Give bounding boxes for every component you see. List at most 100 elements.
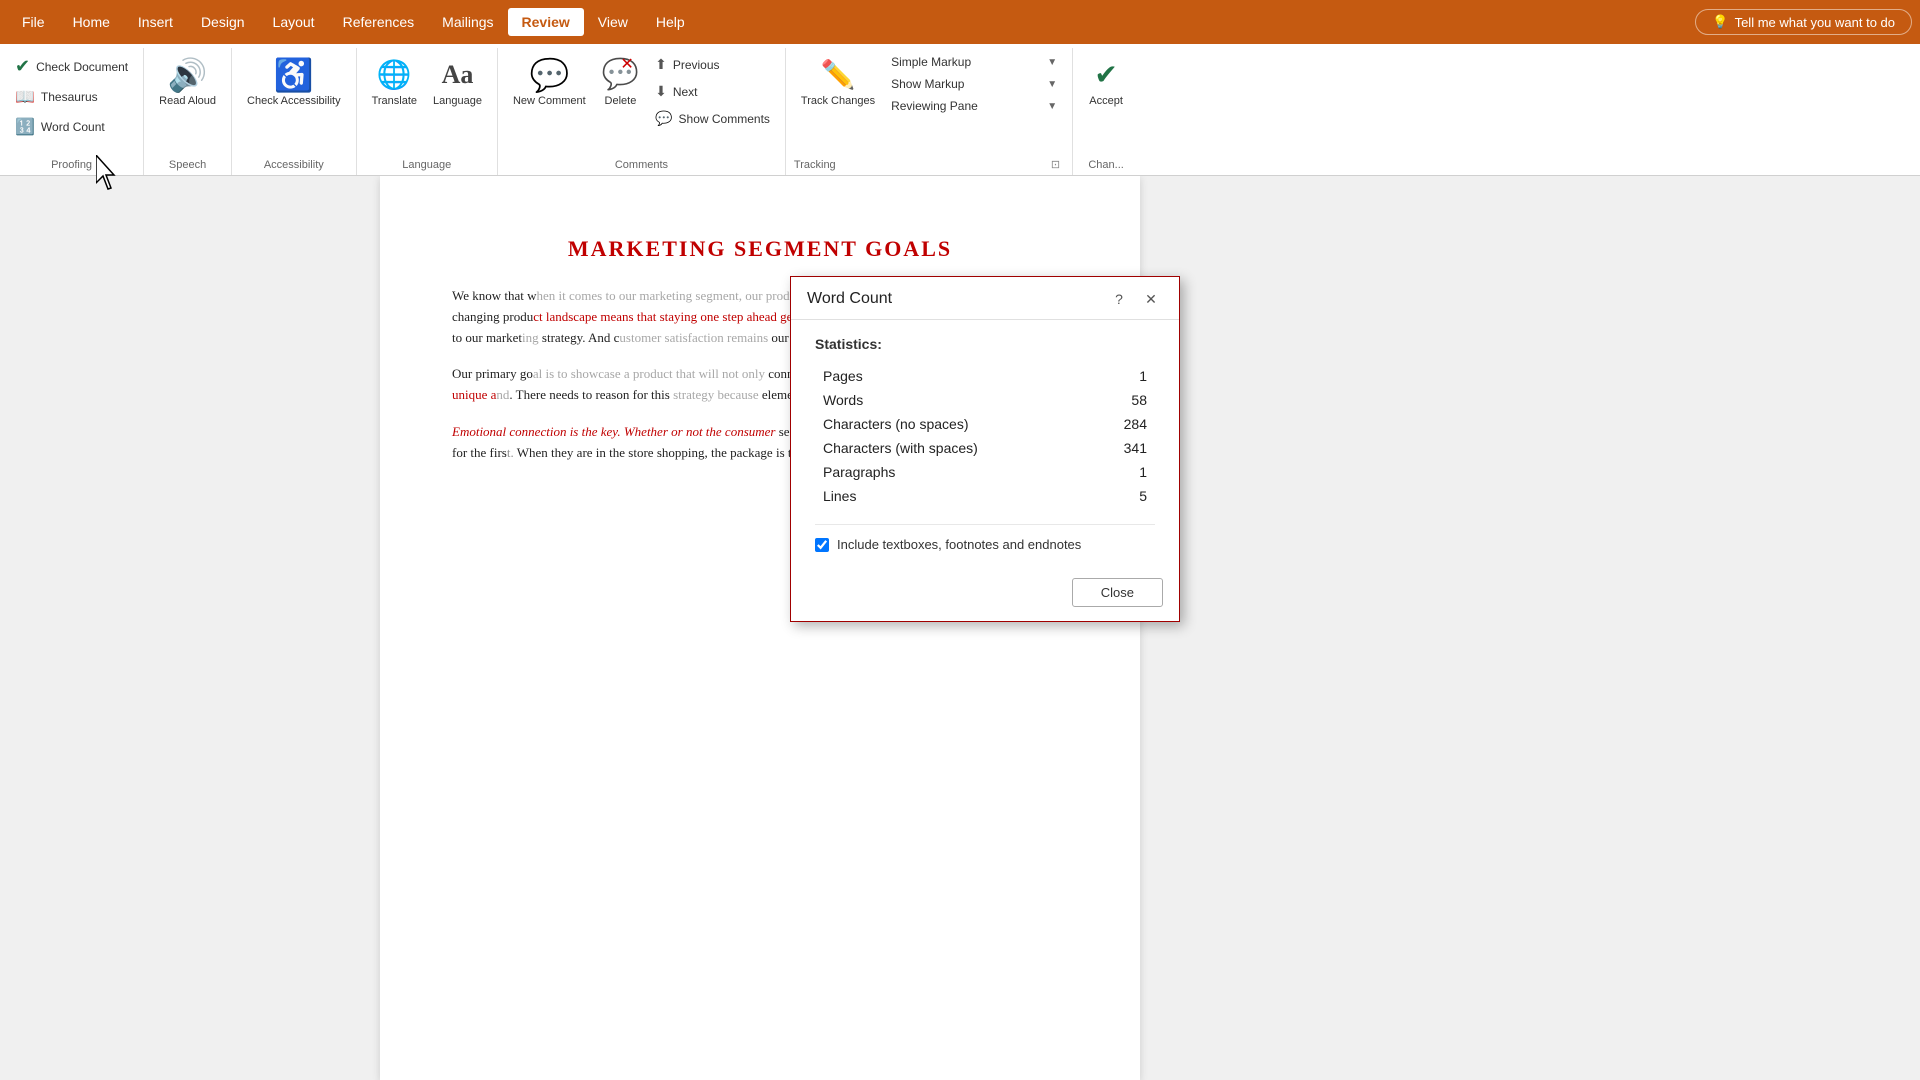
new-comment-label: New Comment — [513, 95, 586, 108]
simple-markup-arrow: ▼ — [1047, 57, 1057, 68]
speech-group-label: Speech — [152, 155, 223, 173]
stats-row-label: Characters (no spaces) — [815, 412, 1091, 436]
track-changes-icon: ✏️ — [821, 57, 856, 93]
doc-page: MARKETING SEGMENT GOALS We know that whe… — [380, 176, 1140, 1080]
stats-row-value: 58 — [1091, 388, 1155, 412]
tell-me-label: Tell me what you want to do — [1735, 15, 1895, 30]
read-aloud-label: Read Aloud — [159, 95, 216, 108]
accept-button[interactable]: ✔ Accept — [1081, 52, 1131, 113]
tab-references[interactable]: References — [329, 8, 429, 36]
delete-label: Delete — [605, 95, 637, 108]
show-markup-dropdown[interactable]: Show Markup ▼ — [884, 74, 1064, 94]
language-icon: Aa — [442, 57, 474, 93]
stats-row-label: Words — [815, 388, 1091, 412]
previous-label: Previous — [673, 58, 720, 72]
dialog-help-button[interactable]: ? — [1107, 287, 1131, 311]
check-document-button[interactable]: ✔ Check Document — [8, 52, 135, 81]
accept-label: Accept — [1089, 95, 1123, 108]
stats-row: Lines5 — [815, 484, 1155, 508]
translate-label: Translate — [372, 95, 417, 108]
doc-margin-left — [0, 176, 380, 1080]
doc-title: MARKETING SEGMENT GOALS — [452, 236, 1068, 262]
stats-row-value: 1 — [1091, 460, 1155, 484]
accessibility-group-label: Accessibility — [240, 155, 348, 173]
simple-markup-label: Simple Markup — [891, 55, 1045, 69]
doc-margin-right — [1140, 176, 1920, 1080]
next-button[interactable]: ⬇ Next — [648, 79, 777, 104]
tracking-expand-icon[interactable]: ⊡ — [1051, 158, 1064, 171]
previous-button[interactable]: ⬆ Previous — [648, 52, 777, 77]
show-comments-label: Show Comments — [679, 112, 770, 126]
tab-insert[interactable]: Insert — [124, 8, 187, 36]
tab-view[interactable]: View — [584, 8, 642, 36]
check-accessibility-label: Check Accessibility — [247, 95, 341, 108]
ribbon-group-changes: ✔ Accept Chan... — [1073, 48, 1139, 175]
track-changes-label: Track Changes — [801, 95, 875, 108]
include-textboxes-checkbox[interactable] — [815, 538, 829, 552]
close-dialog-button[interactable]: Close — [1072, 578, 1163, 607]
language-label: Language — [433, 95, 482, 108]
tab-help[interactable]: Help — [642, 8, 699, 36]
ribbon-group-language: 🌐 Translate Aa Language Language — [357, 48, 498, 175]
tab-bar: File Home Insert Design Layout Reference… — [0, 0, 1920, 44]
new-comment-button[interactable]: 💬 New Comment — [506, 52, 593, 113]
tab-review[interactable]: Review — [508, 8, 584, 36]
ribbon-group-tracking: ✏️ Track Changes Simple Markup ▼ Show Ma… — [786, 48, 1073, 175]
check-accessibility-button[interactable]: ♿ Check Accessibility — [240, 52, 348, 113]
tab-mailings[interactable]: Mailings — [428, 8, 507, 36]
dialog-footer: Close — [791, 568, 1179, 621]
stats-row-label: Pages — [815, 364, 1091, 388]
delete-button[interactable]: 💬 ✕ Delete — [595, 52, 646, 113]
thesaurus-button[interactable]: 📖 Thesaurus — [8, 83, 135, 111]
comments-group-label: Comments — [506, 155, 777, 173]
tab-layout[interactable]: Layout — [259, 8, 329, 36]
stats-row-value: 5 — [1091, 484, 1155, 508]
ribbon-group-speech: 🔊 Read Aloud Speech — [144, 48, 232, 175]
thesaurus-icon: 📖 — [15, 87, 35, 107]
tracking-group-label: Tracking — [794, 155, 836, 173]
ribbon: ✔ Check Document 📖 Thesaurus 🔢 Word Coun… — [0, 44, 1920, 176]
stats-row: Words58 — [815, 388, 1155, 412]
simple-markup-dropdown[interactable]: Simple Markup ▼ — [884, 52, 1064, 72]
previous-icon: ⬆ — [655, 56, 667, 73]
include-textboxes-label: Include textboxes, footnotes and endnote… — [837, 537, 1081, 552]
tab-design[interactable]: Design — [187, 8, 259, 36]
tab-file[interactable]: File — [8, 8, 59, 36]
ribbon-group-comments: 💬 New Comment 💬 ✕ Delete ⬆ Previous ⬇ Ne… — [498, 48, 786, 175]
show-comments-button[interactable]: 💬 Show Comments — [648, 106, 777, 131]
stats-row: Characters (no spaces)284 — [815, 412, 1155, 436]
word-count-button[interactable]: 🔢 Word Count — [8, 113, 135, 141]
stats-row-label: Characters (with spaces) — [815, 436, 1091, 460]
translate-button[interactable]: 🌐 Translate — [365, 52, 424, 113]
tab-home[interactable]: Home — [59, 8, 124, 36]
dialog-titlebar: Word Count ? ✕ — [791, 277, 1179, 320]
stats-row-label: Paragraphs — [815, 460, 1091, 484]
check-icon: ✔ — [15, 56, 30, 77]
dialog-title: Word Count — [807, 290, 892, 308]
word-count-label: Word Count — [41, 120, 105, 134]
dialog-close-x-button[interactable]: ✕ — [1139, 287, 1163, 311]
accessibility-icon: ♿ — [274, 57, 314, 93]
stats-row-value: 1 — [1091, 364, 1155, 388]
stats-row-value: 341 — [1091, 436, 1155, 460]
checkbox-row: Include textboxes, footnotes and endnote… — [815, 524, 1155, 552]
reviewing-pane-label: Reviewing Pane — [891, 99, 1045, 113]
language-group-label: Language — [365, 155, 489, 173]
lightbulb-icon: 💡 — [1712, 14, 1728, 30]
next-label: Next — [673, 85, 698, 99]
delete-icon: 💬 ✕ — [602, 57, 639, 93]
reviewing-pane-dropdown[interactable]: Reviewing Pane ▼ — [884, 96, 1064, 116]
tell-me-input[interactable]: 💡 Tell me what you want to do — [1695, 9, 1912, 35]
document-area: MARKETING SEGMENT GOALS We know that whe… — [0, 176, 1920, 1080]
reviewing-pane-arrow: ▼ — [1047, 101, 1057, 112]
show-markup-arrow: ▼ — [1047, 79, 1057, 90]
language-button[interactable]: Aa Language — [426, 52, 489, 113]
read-aloud-button[interactable]: 🔊 Read Aloud — [152, 52, 223, 113]
show-markup-label: Show Markup — [891, 77, 1045, 91]
stats-table: Pages1Words58Characters (no spaces)284Ch… — [815, 364, 1155, 508]
word-count-icon: 🔢 — [15, 117, 35, 137]
proofing-group-label: Proofing — [8, 155, 135, 173]
stats-row-label: Lines — [815, 484, 1091, 508]
track-changes-button[interactable]: ✏️ Track Changes — [794, 52, 882, 113]
stats-row: Paragraphs1 — [815, 460, 1155, 484]
